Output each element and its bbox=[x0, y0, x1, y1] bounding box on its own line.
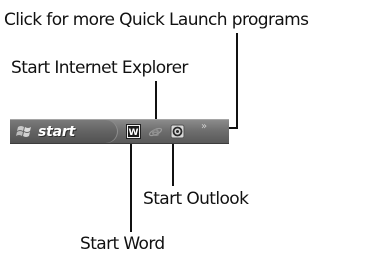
internet-explorer-icon[interactable]: e bbox=[148, 124, 163, 139]
callout-start-outlook: Start Outlook bbox=[143, 189, 249, 209]
leader-line-outlook bbox=[172, 143, 174, 186]
callout-start-word: Start Word bbox=[80, 234, 165, 254]
leader-line-word bbox=[130, 143, 132, 232]
start-button[interactable]: start bbox=[10, 120, 118, 143]
leader-line-ie bbox=[155, 81, 157, 122]
windows-logo-icon bbox=[16, 125, 31, 137]
start-label: start bbox=[38, 123, 76, 140]
svg-text:e: e bbox=[151, 125, 159, 139]
callout-more-quick-launch: Click for more Quick Launch programs bbox=[4, 10, 309, 30]
leader-line-more bbox=[236, 33, 238, 129]
word-icon[interactable]: W bbox=[126, 124, 141, 139]
outlook-icon[interactable] bbox=[170, 124, 185, 139]
svg-text:W: W bbox=[129, 128, 139, 138]
more-quick-launch-chevron[interactable]: » bbox=[201, 122, 207, 132]
taskbar: start W e » bbox=[10, 119, 229, 144]
callout-start-internet-explorer: Start Internet Explorer bbox=[11, 58, 188, 78]
